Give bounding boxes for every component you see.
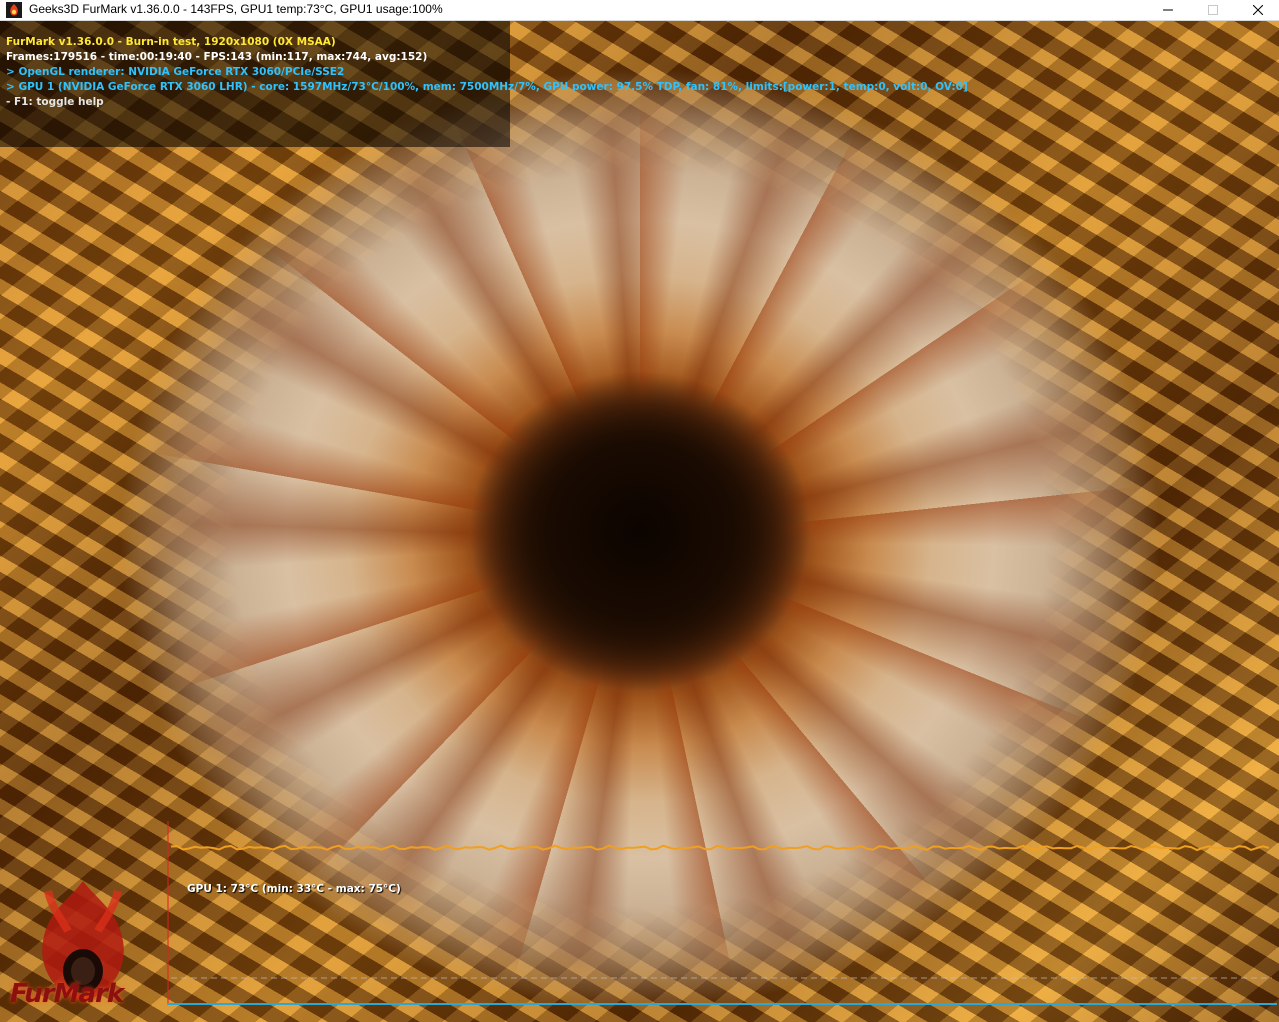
furmark-window: Geeks3D FurMark v1.36.0.0 - 143FPS, GPU1… xyxy=(0,0,1279,1022)
graph-label: GPU 1: 73°C (min: 33°C - max: 75°C) xyxy=(187,883,401,895)
window-title: Geeks3D FurMark v1.36.0.0 - 143FPS, GPU1… xyxy=(29,2,443,16)
hud-help: - F1: toggle help xyxy=(6,96,104,108)
hud-stats: Frames:179516 - time:00:19:40 - FPS:143 … xyxy=(6,51,428,63)
temperature-line xyxy=(170,844,1270,852)
render-viewport[interactable]: FurMark v1.36.0.0 - Burn-in test, 1920x1… xyxy=(0,21,1279,1022)
furmark-app-icon xyxy=(6,2,22,18)
title-bar[interactable]: Geeks3D FurMark v1.36.0.0 - 143FPS, GPU1… xyxy=(0,0,1279,21)
maximize-icon xyxy=(1208,5,1218,15)
minimize-button[interactable] xyxy=(1145,0,1191,20)
hud-renderer: > OpenGL renderer: NVIDIA GeForce RTX 30… xyxy=(6,66,345,78)
hud-title: FurMark v1.36.0.0 - Burn-in test, 1920x1… xyxy=(6,36,336,48)
minimize-icon xyxy=(1163,9,1173,11)
maximize-button[interactable] xyxy=(1190,0,1236,20)
close-button[interactable] xyxy=(1235,0,1279,20)
close-icon xyxy=(1253,5,1263,15)
logo-text: FurMark xyxy=(10,979,124,1009)
donut-center xyxy=(470,371,810,691)
temperature-graph xyxy=(167,821,1277,1005)
hud-gpu-info: > GPU 1 (NVIDIA GeForce RTX 3060 LHR) - … xyxy=(6,81,968,93)
hud-overlay: FurMark v1.36.0.0 - Burn-in test, 1920x1… xyxy=(0,21,968,147)
